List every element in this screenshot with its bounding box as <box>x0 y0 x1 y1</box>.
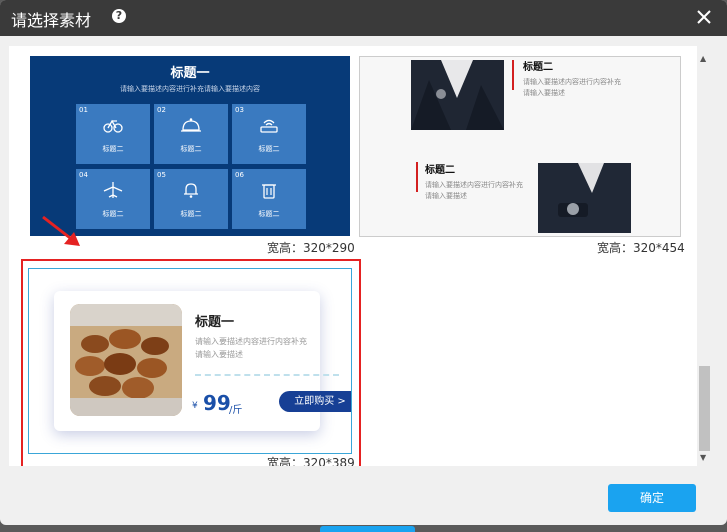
suit-photo-art <box>411 60 504 130</box>
dialog-title: 请选择素材 <box>11 11 92 30</box>
grid-cell: 06 标题二 <box>232 169 306 229</box>
close-icon[interactable] <box>695 8 713 26</box>
cell-number: 02 <box>157 106 166 114</box>
cell-text: 标题二 <box>102 210 124 218</box>
airplane-icon <box>103 182 123 198</box>
tile-title: 标题一 <box>170 66 210 81</box>
scrollbar-thumb[interactable] <box>699 366 710 451</box>
grid-cell: 05 标题二 <box>154 169 228 229</box>
background-button-peek <box>320 526 415 532</box>
accent-bar <box>512 60 514 90</box>
block-text: 请输入要描述内容进行内容补充 <box>425 181 523 189</box>
bell-icon <box>184 183 198 198</box>
block-text: 请输入要描述 <box>425 192 467 200</box>
cell-number: 06 <box>235 171 244 179</box>
confirm-button[interactable]: 确定 <box>608 484 696 512</box>
router-icon <box>260 119 278 133</box>
product-description-line: 请输入要描述内容进行内容补充 <box>195 337 307 346</box>
block-text: 请输入要描述内容进行内容补充 <box>523 78 621 86</box>
product-card: 标题一 请输入要描述内容进行内容补充 请输入要描述 ¥ 99 /斤 立即购买 > <box>54 291 351 431</box>
grid-cell: 01 标题二 <box>76 104 150 164</box>
cell-number: 03 <box>235 106 244 114</box>
trash-icon <box>262 184 276 199</box>
cell-text: 标题二 <box>180 210 202 218</box>
material-list: 标题一 请输入要描述内容进行补充请输入要描述内容 01 标题二 02 标题二 0… <box>9 46 712 466</box>
cloche-icon <box>181 118 201 132</box>
product-title: 标题一 <box>195 315 235 330</box>
tile-size-label: 宽高：320*389 <box>267 456 355 466</box>
cell-text: 标题二 <box>180 145 202 153</box>
buy-now-button: 立即购买 > <box>279 391 351 412</box>
block-heading: 标题二 <box>425 165 455 176</box>
cell-text: 标题二 <box>258 145 280 153</box>
material-picker-dialog: 请选择素材 ? 标题一 请输入要描述内容进行补充请输入要描述内容 01 标题二 … <box>0 0 727 525</box>
product-description: 请输入要描述内容进行内容补充 请输入要描述 <box>195 335 335 361</box>
tile-subtitle: 请输入要描述内容进行补充请输入要描述内容 <box>120 85 260 93</box>
grid-cell: 02 标题二 <box>154 104 228 164</box>
tile-size-label: 宽高：320*454 <box>597 241 685 255</box>
grid-cell: 03 标题二 <box>232 104 306 164</box>
walnut-photo-art <box>70 304 182 416</box>
dialog-titlebar: 请选择素材 ? <box>0 0 727 36</box>
suit-photo-art <box>538 163 631 233</box>
price-unit: /斤 <box>229 405 243 416</box>
suit-photo <box>538 163 631 233</box>
block-heading: 标题二 <box>523 62 553 73</box>
cell-text: 标题二 <box>102 145 124 153</box>
bicycle-icon <box>103 119 123 133</box>
currency-symbol: ¥ <box>192 401 198 411</box>
cell-number: 04 <box>79 171 88 179</box>
material-tile-suits[interactable]: 标题二 请输入要描述内容进行内容补充 请输入要描述 标题二 请输入要描述内容进行… <box>359 56 681 237</box>
dashed-divider <box>195 374 339 376</box>
product-price: 99 <box>203 391 231 415</box>
material-tile-grid[interactable]: 标题一 请输入要描述内容进行补充请输入要描述内容 01 标题二 02 标题二 0… <box>30 56 350 236</box>
cell-number: 05 <box>157 171 166 179</box>
scroll-up-arrow-icon[interactable]: ▲ <box>700 54 706 63</box>
cell-number: 01 <box>79 106 88 114</box>
accent-bar <box>416 162 418 192</box>
pointer-arrow-icon <box>42 215 80 246</box>
help-icon[interactable]: ? <box>112 9 126 23</box>
grid-cell: 04 标题二 <box>76 169 150 229</box>
tile-size-label: 宽高：320*290 <box>267 241 355 255</box>
cell-text: 标题二 <box>258 210 280 218</box>
block-text: 请输入要描述 <box>523 89 565 97</box>
suit-photo <box>411 60 504 130</box>
scroll-down-arrow-icon[interactable]: ▼ <box>700 453 706 462</box>
vertical-scrollbar[interactable]: ▲ ▼ <box>697 46 712 466</box>
product-description-line: 请输入要描述 <box>195 350 243 359</box>
product-photo <box>70 304 182 416</box>
material-tile-product-card[interactable]: 标题一 请输入要描述内容进行内容补充 请输入要描述 ¥ 99 /斤 立即购买 > <box>28 268 352 454</box>
